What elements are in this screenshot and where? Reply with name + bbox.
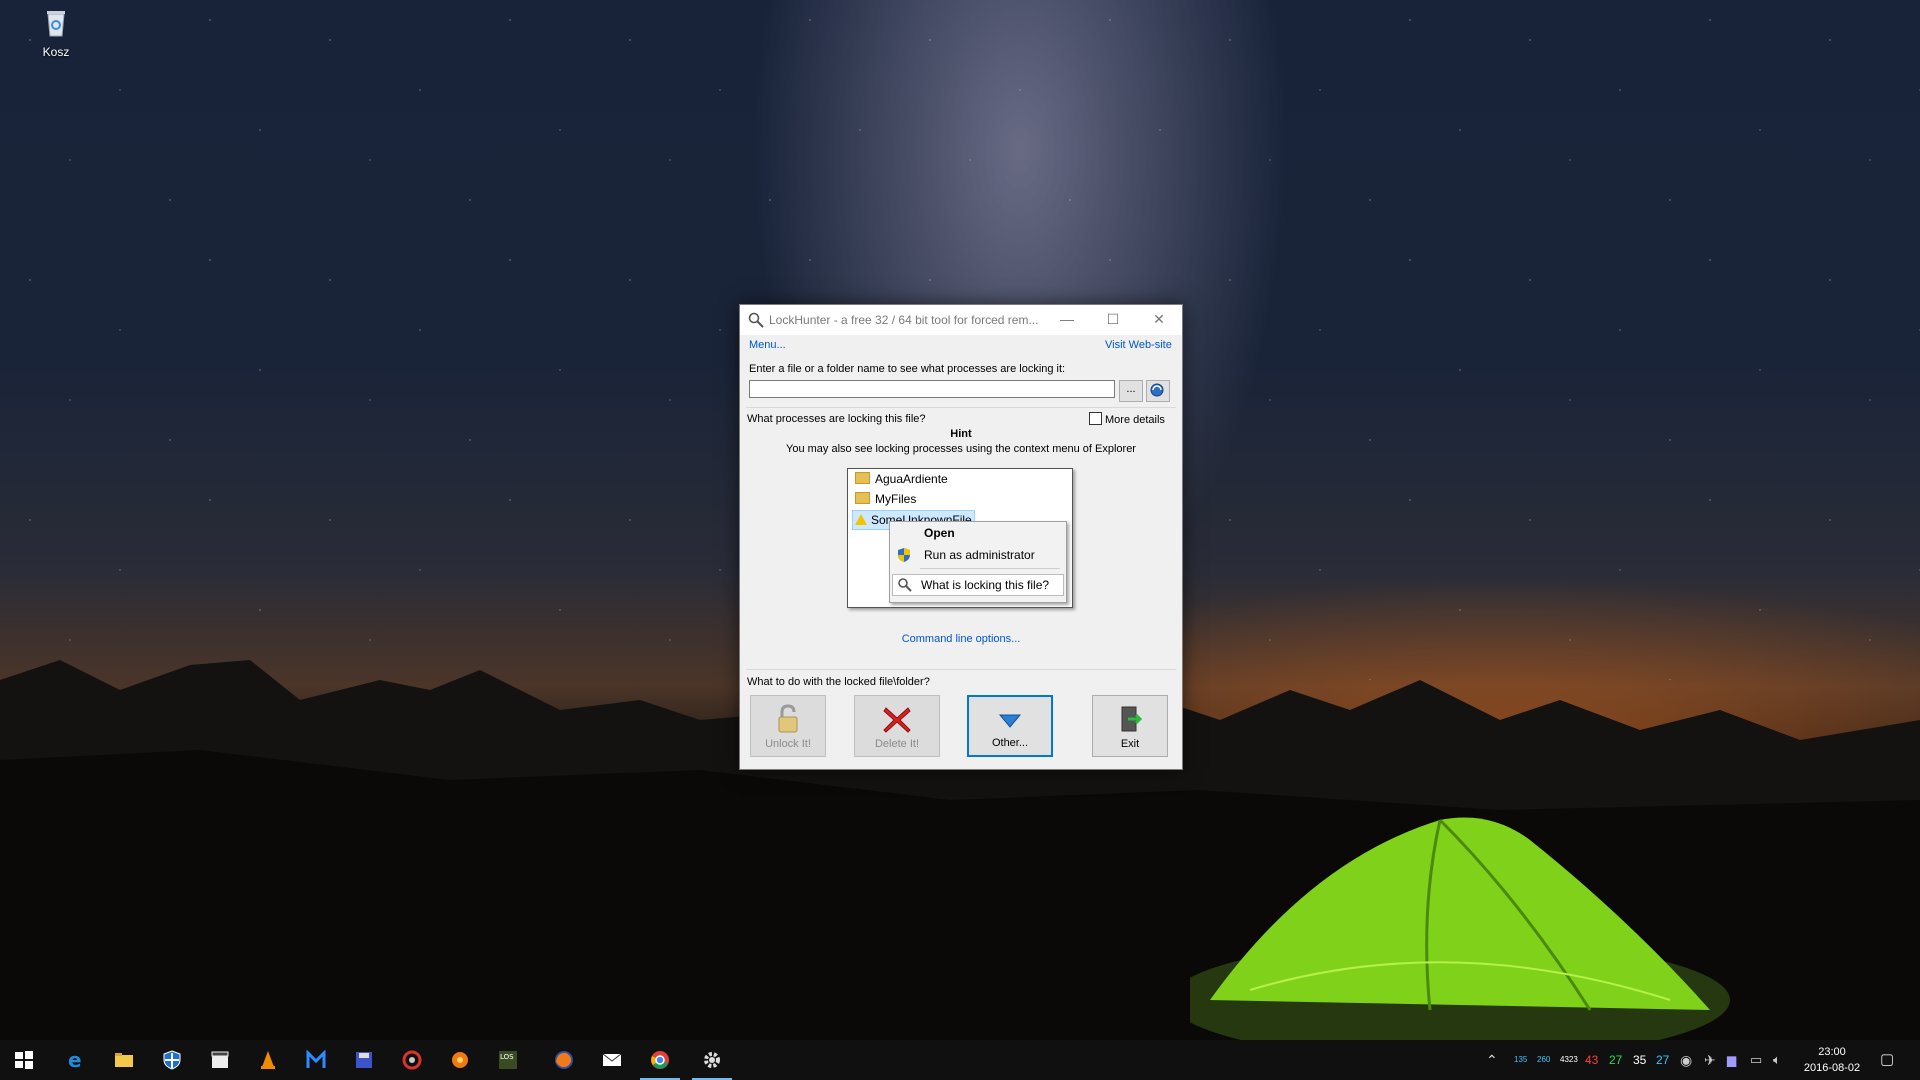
volume-icon[interactable]: 🔈︎: [1773, 1040, 1781, 1080]
divider: [746, 407, 1176, 408]
taskbar-ccleaner[interactable]: [388, 1040, 436, 1080]
tray-number[interactable]: 260: [1537, 1040, 1550, 1080]
chrome-icon: [651, 1051, 669, 1069]
folder-icon: [855, 492, 870, 504]
clock-time: 23:00: [1818, 1046, 1846, 1058]
taskbar-malwarebytes[interactable]: [292, 1040, 340, 1080]
taskbar-firefox[interactable]: [540, 1040, 588, 1080]
tray-number[interactable]: 135: [1514, 1040, 1527, 1080]
taskbar-video-editor[interactable]: [196, 1040, 244, 1080]
maximize-button[interactable]: ☐: [1090, 305, 1136, 335]
close-button[interactable]: ✕: [1136, 305, 1182, 335]
glowing-tent: [1190, 817, 1730, 1040]
gear-icon: [704, 1052, 720, 1068]
edge-icon: e: [68, 1050, 82, 1070]
language-icon[interactable]: ▆: [1727, 1040, 1736, 1080]
firefox-icon: [555, 1051, 573, 1069]
visit-website-link[interactable]: Visit Web-site: [1105, 339, 1172, 351]
context-item-what-is-locking: What is locking this file?: [892, 574, 1064, 596]
hint-folder-row: AguaArdiente: [855, 470, 948, 488]
hint-folder-row: MyFiles: [855, 490, 916, 508]
chevron-down-icon: [998, 714, 1022, 728]
taskbar-media-player[interactable]: [436, 1040, 484, 1080]
taskbar-los-game[interactable]: LOS: [484, 1040, 532, 1080]
start-button[interactable]: [0, 1040, 48, 1080]
lockhunter-window: LockHunter - a free 32 / 64 bit tool for…: [739, 304, 1183, 770]
explorer-hint-image: AguaArdiente MyFiles SomeUnknownFile Ope…: [847, 468, 1073, 608]
taskbar-vlc[interactable]: [244, 1040, 292, 1080]
tray-number[interactable]: 35: [1633, 1040, 1646, 1080]
more-details-label: More details: [1105, 414, 1165, 426]
ccleaner-icon: [402, 1050, 422, 1070]
lockhunter-app-icon: [748, 312, 764, 328]
folder-icon: [855, 472, 870, 484]
minimize-button[interactable]: —: [1044, 305, 1090, 335]
hint-text: You may also see locking processes using…: [786, 443, 1136, 455]
taskbar: e LOS ⌃ 135 260 4323 43 27 35 27 ◉ ✈ ▆ ▭…: [0, 1040, 1920, 1080]
processes-question: What processes are locking this file?: [747, 413, 926, 425]
taskbar-file-explorer[interactable]: [100, 1040, 148, 1080]
path-input[interactable]: [749, 380, 1115, 398]
command-line-options-link[interactable]: Command line options...: [740, 631, 1182, 645]
vlc-cone-icon: [261, 1051, 275, 1069]
unlock-button[interactable]: Unlock It!: [750, 695, 826, 757]
padlock-icon: [778, 704, 798, 733]
tray-number[interactable]: 27: [1656, 1040, 1669, 1080]
refresh-globe-icon: [1150, 383, 1164, 397]
divider: [746, 669, 1176, 670]
browse-button[interactable]: ...: [1119, 380, 1143, 402]
airplane-icon[interactable]: ✈: [1704, 1040, 1716, 1080]
other-button[interactable]: Other...: [967, 695, 1053, 757]
hint-context-menu: Open Run as administrator What is lockin…: [889, 521, 1067, 603]
tray-number[interactable]: 43: [1585, 1040, 1598, 1080]
menu-link[interactable]: Menu...: [749, 339, 786, 351]
media-disc-icon: [452, 1052, 468, 1068]
desktop-icon-recycle-bin[interactable]: Kosz: [30, 6, 82, 59]
show-hidden-icons-chevron[interactable]: ⌃: [1486, 1040, 1498, 1080]
mail-icon: [602, 1053, 622, 1066]
uac-shield-icon: [898, 548, 910, 562]
window-title: LockHunter - a free 32 / 64 bit tool for…: [769, 313, 1039, 327]
hint-title: Hint: [950, 428, 972, 440]
path-label: Enter a file or a folder name to see wha…: [749, 363, 1066, 375]
network-icon[interactable]: ▭: [1750, 1040, 1762, 1080]
context-item-run-as-admin: Run as administrator: [890, 545, 1066, 565]
context-item-open: Open: [924, 526, 955, 540]
warning-icon: [855, 514, 867, 525]
steam-icon[interactable]: ◉: [1680, 1040, 1692, 1080]
action-question: What to do with the locked file\folder?: [747, 676, 930, 688]
malwarebytes-icon: [306, 1050, 326, 1068]
title-bar[interactable]: LockHunter - a free 32 / 64 bit tool for…: [740, 305, 1182, 335]
los-game-icon: LOS: [499, 1051, 517, 1069]
magnifier-icon: [898, 578, 912, 592]
recycle-bin-icon: [47, 11, 65, 37]
shield-icon: [163, 1050, 181, 1070]
action-center-icon[interactable]: ▢: [1880, 1040, 1894, 1080]
checkbox-box[interactable]: [1089, 412, 1102, 425]
windows-logo-icon: [15, 1051, 33, 1069]
svg-text:LOS: LOS: [500, 1053, 514, 1061]
more-details-checkbox[interactable]: More details: [1089, 412, 1165, 426]
taskbar-save-tool[interactable]: [340, 1040, 388, 1080]
taskbar-chrome[interactable]: [636, 1040, 684, 1080]
taskbar-edge[interactable]: e: [52, 1040, 100, 1080]
svg-text:e: e: [68, 1050, 82, 1070]
floppy-disk-icon: [356, 1052, 372, 1068]
tray-number[interactable]: 27: [1609, 1040, 1622, 1080]
scan-button[interactable]: [1146, 380, 1170, 402]
exit-door-icon: [1121, 706, 1143, 732]
taskbar-mail[interactable]: [588, 1040, 636, 1080]
context-separator: [920, 568, 1060, 569]
desktop-icon-label: Kosz: [42, 45, 70, 59]
clock[interactable]: 23:00 2016-08-02: [1794, 1044, 1870, 1076]
red-x-icon: [883, 707, 911, 733]
folder-icon: [115, 1053, 133, 1067]
clapperboard-icon: [211, 1051, 229, 1068]
exit-button[interactable]: Exit: [1092, 695, 1168, 757]
clock-date: 2016-08-02: [1803, 1062, 1861, 1074]
tray-number[interactable]: 4323: [1560, 1040, 1578, 1080]
delete-button[interactable]: Delete It!: [854, 695, 940, 757]
taskbar-lockhunter[interactable]: [688, 1040, 736, 1080]
taskbar-defender[interactable]: [148, 1040, 196, 1080]
